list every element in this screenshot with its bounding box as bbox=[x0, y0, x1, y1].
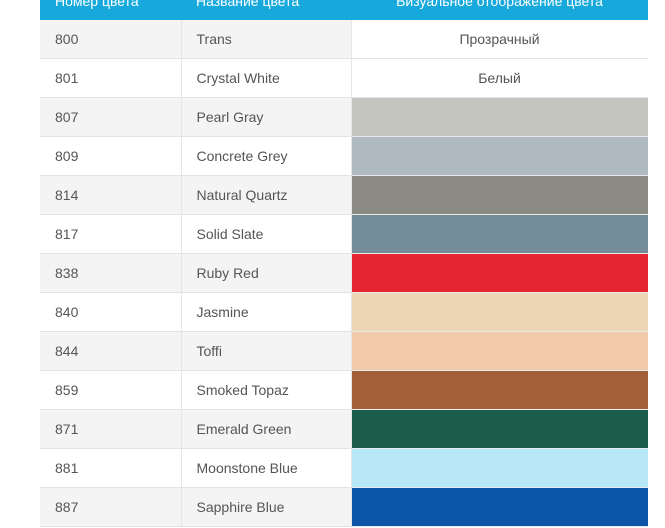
page-margin bbox=[648, 0, 665, 528]
color-name-cell: Jasmine bbox=[181, 292, 352, 332]
color-swatch bbox=[351, 331, 649, 371]
color-code-cell: 838 bbox=[40, 253, 182, 293]
color-code-cell: 809 bbox=[40, 136, 182, 176]
table-row: 881 Moonstone Blue bbox=[40, 448, 649, 488]
table-row: 814 Natural Quartz bbox=[40, 175, 649, 215]
color-description-cell: Белый bbox=[351, 58, 649, 98]
color-name-cell: Sapphire Blue bbox=[181, 487, 352, 527]
color-swatch bbox=[351, 487, 649, 527]
color-table-container: Номер цвета Название цвета Визуальное от… bbox=[40, 0, 649, 527]
header-row: Номер цвета Название цвета Визуальное от… bbox=[40, 0, 648, 20]
table-row: 801 Crystal White Белый bbox=[40, 58, 649, 98]
color-name-cell: Concrete Grey bbox=[181, 136, 352, 176]
color-swatch bbox=[351, 253, 649, 293]
color-name-cell: Ruby Red bbox=[181, 253, 352, 293]
color-name-cell: Trans bbox=[181, 20, 352, 59]
table-row: 887 Sapphire Blue bbox=[40, 487, 649, 527]
color-name-cell: Smoked Topaz bbox=[181, 370, 352, 410]
color-code-cell: 807 bbox=[40, 97, 182, 137]
color-name-cell: Crystal White bbox=[181, 58, 352, 98]
header-color-visual: Визуальное отображение цвета bbox=[351, 0, 648, 20]
color-code-cell: 881 bbox=[40, 448, 182, 488]
color-name-cell: Moonstone Blue bbox=[181, 448, 352, 488]
color-swatch bbox=[351, 370, 649, 410]
color-table: Номер цвета Название цвета Визуальное от… bbox=[40, 0, 649, 527]
table-header: Номер цвета Название цвета Визуальное от… bbox=[40, 0, 648, 20]
color-code-cell: 859 bbox=[40, 370, 182, 410]
color-code-cell: 801 bbox=[40, 58, 182, 98]
table-row: 807 Pearl Gray bbox=[40, 97, 649, 137]
color-swatch bbox=[351, 175, 649, 215]
table-body: 800 Trans Прозрачный 801 Crystal White Белый 8… bbox=[40, 20, 649, 527]
color-swatch bbox=[351, 214, 649, 254]
color-name-cell: Toffi bbox=[181, 331, 352, 371]
table-row: 844 Toffi bbox=[40, 331, 649, 371]
color-swatch bbox=[351, 448, 649, 488]
table-row: 817 Solid Slate bbox=[40, 214, 649, 254]
color-code-cell: 800 bbox=[40, 20, 182, 59]
color-name-cell: Emerald Green bbox=[181, 409, 352, 449]
color-name-cell: Pearl Gray bbox=[181, 97, 352, 137]
color-swatch bbox=[351, 136, 649, 176]
header-color-name: Название цвета bbox=[181, 0, 351, 20]
table-row: 809 Concrete Grey bbox=[40, 136, 649, 176]
table-row: 838 Ruby Red bbox=[40, 253, 649, 293]
color-code-cell: 844 bbox=[40, 331, 182, 371]
header-color-code: Номер цвета bbox=[40, 0, 181, 20]
color-name-cell: Solid Slate bbox=[181, 214, 352, 254]
color-code-cell: 817 bbox=[40, 214, 182, 254]
color-description-cell: Прозрачный bbox=[351, 20, 649, 59]
color-swatch bbox=[351, 97, 649, 137]
table-row: 871 Emerald Green bbox=[40, 409, 649, 449]
table-row: 859 Smoked Topaz bbox=[40, 370, 649, 410]
color-name-cell: Natural Quartz bbox=[181, 175, 352, 215]
table-row: 800 Trans Прозрачный bbox=[40, 20, 649, 59]
color-code-cell: 814 bbox=[40, 175, 182, 215]
color-code-cell: 887 bbox=[40, 487, 182, 527]
table-row: 840 Jasmine bbox=[40, 292, 649, 332]
color-code-cell: 871 bbox=[40, 409, 182, 449]
color-swatch bbox=[351, 409, 649, 449]
color-swatch bbox=[351, 292, 649, 332]
color-code-cell: 840 bbox=[40, 292, 182, 332]
